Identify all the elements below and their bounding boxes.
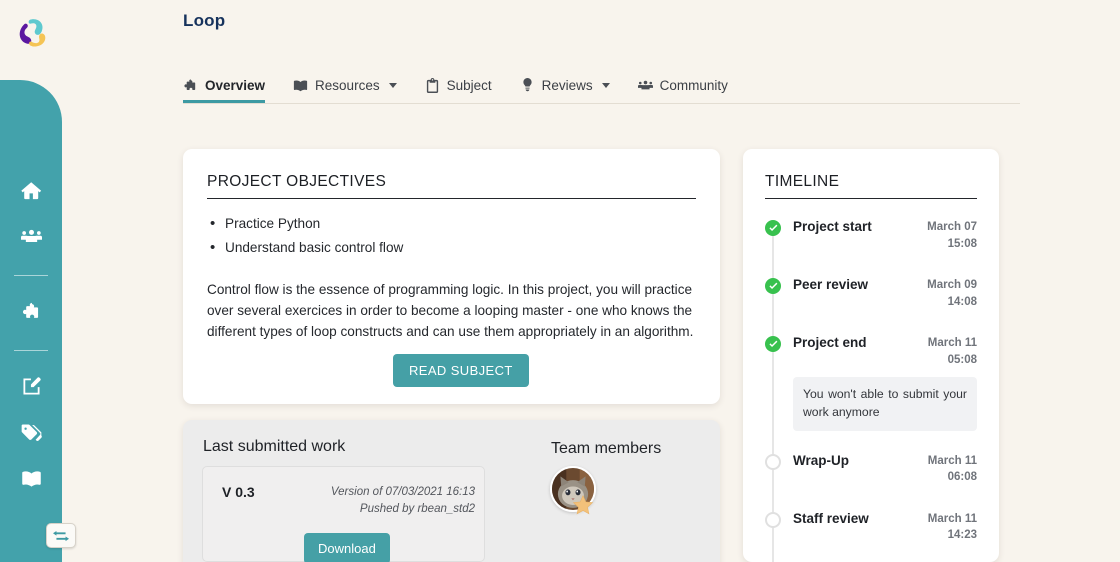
timeline-title: TIMELINE [765, 173, 977, 199]
sidebar-divider-2 [14, 350, 48, 351]
timeline-list: Project start March 07 15:08 Peer review… [765, 219, 977, 562]
timeline-event[interactable]: Peer review March 09 14:08 [765, 277, 977, 335]
clipboard-icon [425, 77, 440, 93]
puzzle-icon [183, 78, 198, 93]
timeline-event-label: Peer review [793, 277, 869, 292]
timeline-event-label: Project start [793, 219, 872, 234]
timeline-card: TIMELINE Project start March 07 15:08 Pe… [743, 149, 999, 562]
read-subject-button[interactable]: READ SUBJECT [393, 354, 529, 387]
timeline-event-date: March 11 [927, 512, 977, 525]
version-meta: Version of 07/03/2021 16:13 Pushed by rb… [300, 484, 475, 517]
timeline-event-date: March 11 [927, 454, 977, 467]
check-circle-icon [765, 278, 781, 294]
version-date-line: Version of 07/03/2021 16:13 [330, 486, 475, 498]
tab-label-community: Community [659, 77, 728, 93]
exchange-icon [53, 530, 69, 541]
timeline-event-note: You won't able to submit your work anymo… [793, 377, 977, 431]
sidebar-item-edit[interactable] [16, 371, 46, 401]
timeline-event-date: March 07 [927, 221, 977, 233]
tab-label-subject: Subject [446, 77, 492, 93]
timeline-event-date: March 09 [927, 279, 977, 291]
timeline-event[interactable]: Project start March 07 15:08 [765, 219, 977, 277]
timeline-event-label: Project end [793, 335, 867, 350]
book-icon [293, 78, 308, 93]
version-number: V 0.3 [222, 484, 255, 500]
list-item: Understand basic control flow [207, 239, 696, 256]
timeline-event-date: March 11 [927, 337, 977, 349]
tab-reviews[interactable]: Reviews [506, 68, 624, 102]
timeline-event-time: 06:08 [947, 471, 977, 484]
timeline-event-when: March 11 14:23 [928, 511, 977, 544]
sidebar [0, 80, 62, 562]
check-circle-icon [765, 336, 781, 352]
tab-resources[interactable]: Resources [279, 68, 411, 102]
team-members-title: Team members [551, 440, 662, 457]
timeline-event-when: March 11 05:08 [928, 335, 977, 368]
bulb-icon [520, 77, 535, 93]
tab-bar: Overview Resources Subject Reviews Commu… [183, 68, 1020, 104]
timeline-event-when: March 07 15:08 [927, 219, 977, 252]
star-icon [572, 494, 594, 515]
version-author-line: Pushed by rbean_std2 [359, 502, 475, 515]
sidebar-toggle-button[interactable] [46, 523, 76, 548]
timeline-event-label: Wrap-Up [793, 452, 849, 468]
pending-circle-icon [765, 511, 781, 528]
loop-logo[interactable] [10, 13, 54, 57]
download-button[interactable]: Download [304, 533, 390, 562]
timeline-event-when: March 11 06:08 [928, 453, 977, 486]
tab-label-reviews: Reviews [541, 77, 593, 93]
objectives-title: PROJECT OBJECTIVES [207, 173, 696, 199]
timeline-event[interactable]: Staff review March 11 14:23 [765, 511, 977, 562]
sidebar-item-projects[interactable] [16, 296, 46, 326]
timeline-event-time: 15:08 [947, 237, 977, 250]
list-item: Practice Python [207, 215, 696, 232]
timeline-event-label: Staff review [793, 510, 869, 526]
tab-community[interactable]: Community [624, 68, 742, 102]
chevron-down-icon [601, 82, 610, 88]
pending-circle-icon [765, 453, 781, 470]
timeline-event-time: 05:08 [947, 353, 977, 366]
timeline-event[interactable]: Wrap-Up March 11 06:08 [765, 453, 977, 511]
chevron-down-icon [388, 82, 397, 88]
app-root: Loop Overview Resources Subject Reviews … [0, 0, 1120, 562]
timeline-event[interactable]: Project end March 11 05:08 You won't abl… [765, 335, 977, 431]
check-circle-icon [765, 220, 781, 236]
page-title: Loop [183, 11, 226, 30]
tab-subject[interactable]: Subject [411, 68, 506, 102]
tab-label-overview: Overview [205, 77, 266, 93]
timeline-event-time: 14:08 [947, 295, 977, 308]
tab-label-resources: Resources [315, 77, 380, 93]
sidebar-item-users[interactable] [16, 221, 46, 251]
timeline-event-when: March 09 14:08 [927, 277, 977, 310]
objectives-description: Control flow is the essence of programmi… [207, 282, 694, 340]
tab-overview[interactable]: Overview [183, 68, 279, 103]
sidebar-item-home[interactable] [16, 175, 46, 205]
users-icon [637, 78, 653, 93]
timeline-event-time: 14:23 [947, 529, 977, 542]
objectives-list: Practice Python Understand basic control… [207, 215, 696, 256]
sidebar-divider-1 [14, 275, 48, 276]
sidebar-item-tags[interactable] [16, 417, 46, 447]
team-member-avatar-wrap[interactable] [550, 466, 600, 516]
sidebar-item-library[interactable] [16, 463, 46, 493]
